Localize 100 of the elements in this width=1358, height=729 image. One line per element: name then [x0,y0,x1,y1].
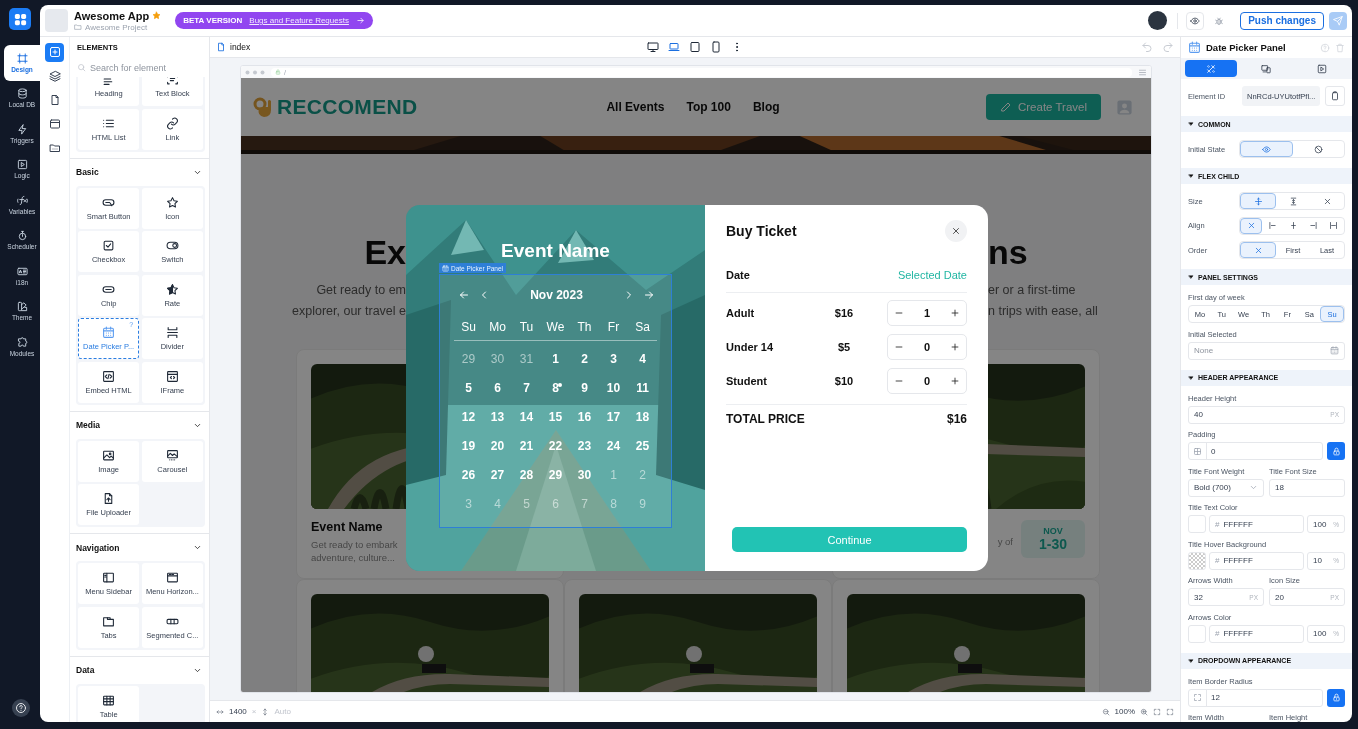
arrow-right-icon [355,16,365,25]
layers-icon[interactable] [48,70,61,82]
tabs-icon [102,614,116,628]
quantity-stepper[interactable]: 1 [887,300,967,326]
ticket-type: Adult [726,307,756,319]
fullscreen-icon[interactable] [1166,707,1174,716]
inspector-tab[interactable] [1185,60,1237,77]
calendar-icon [1330,346,1339,355]
intro-text: explorer, our travel e [292,303,406,320]
card-title: Event Name [311,520,384,534]
zoom-out-icon[interactable] [1101,707,1110,716]
caret-down-icon [1188,657,1194,664]
plus-icon[interactable] [950,342,960,352]
close-button[interactable] [945,220,967,242]
color-swatch[interactable] [1188,515,1206,533]
hug-icon [1288,196,1298,206]
play-icon [16,159,28,171]
align-center-icon [1288,221,1298,230]
database-icon [16,88,28,100]
play-icon [1317,63,1328,74]
ticket-price: $16 [833,307,855,319]
send-icon [1333,15,1343,26]
nav-link[interactable]: Blog [752,100,780,114]
star-icon [165,195,179,209]
tools-icon [1205,63,1216,74]
width-value[interactable]: 1400 [229,707,247,716]
input-field[interactable]: 0 [1188,442,1323,460]
divider-icon [165,326,179,339]
window-dots-icon [245,69,265,75]
chevron-down-icon[interactable] [193,543,202,552]
folder-icon[interactable] [48,142,61,154]
feedback-link[interactable]: Bugs and Feature Requests [249,16,349,25]
image-icon [102,448,116,462]
tablet-icon[interactable] [689,41,701,53]
window-icon[interactable] [48,118,61,130]
grid-icon [12,11,28,27]
desktop-icon[interactable] [647,41,659,53]
quantity-stepper[interactable]: 0 [887,368,967,394]
date-badge: NOV 1-30 [1021,520,1085,558]
input-field[interactable]: 12 [1188,688,1323,707]
project-name: Awesome Project [85,22,148,32]
align-start-icon [1268,221,1278,230]
input-field[interactable]: 18 [1269,478,1345,497]
plus-icon[interactable] [950,308,960,318]
lock-icon [1331,446,1341,456]
close-icon [1246,221,1256,230]
plus-icon[interactable] [950,376,960,386]
checkbox-icon [102,239,116,252]
user-avatar[interactable] [1148,11,1168,30]
bug-icon[interactable] [1214,15,1225,26]
quantity-stepper[interactable]: 0 [887,334,967,360]
push-changes-button[interactable]: Push changes [1240,11,1324,30]
folder-icon [74,23,82,31]
table-icon [102,693,116,707]
nav-link[interactable]: Top 100 [686,100,731,114]
preview-button[interactable] [1186,11,1205,30]
star-icon[interactable] [152,11,162,20]
close-icon [1322,196,1332,206]
lock-button[interactable] [1327,688,1345,707]
fit-icon[interactable] [1153,707,1161,716]
page-icon[interactable] [48,94,61,106]
laptop-icon[interactable] [668,41,680,53]
menu-icon[interactable] [1138,67,1147,77]
total-price: $16 [946,412,967,426]
app-logo[interactable] [9,8,31,30]
section-title: Basic [76,167,99,177]
stopwatch-icon [16,230,28,242]
nav-link[interactable]: All Events [606,100,665,114]
times-sign: × [251,707,257,716]
eye-icon [1262,144,1271,154]
input-field[interactable]: # FFFFFF [1209,515,1304,533]
color-swatch[interactable] [1188,624,1206,643]
close-icon [951,226,961,236]
search-field[interactable]: Search for element [90,62,202,73]
total-label: TOTAL PRICE [726,412,805,426]
copy-button[interactable] [1325,86,1345,106]
zoom-in-icon[interactable] [1140,707,1148,716]
puzzle-icon [16,336,28,348]
lock-button[interactable] [1327,442,1345,460]
zoom-level[interactable]: 100% [1114,707,1135,716]
input-field[interactable]: # FFFFFF [1209,624,1304,643]
add-icon[interactable] [48,46,61,58]
code-icon [102,369,116,383]
card-description: Get ready to embark [311,538,399,551]
app-name: Awesome App [74,9,150,22]
caret-down-icon [1188,121,1194,127]
input-field[interactable]: # FFFFFF [1209,551,1304,570]
segment-option[interactable] [1240,217,1263,234]
dialog-title: Buy Ticket [726,223,797,239]
function-icon [16,194,28,206]
color-swatch[interactable] [1188,551,1206,570]
dropdown[interactable]: Bold (700) [1188,478,1264,497]
pencil-icon [999,101,1012,113]
corners-icon [1193,693,1202,702]
text-block-icon [165,77,179,86]
carousel-icon [165,448,179,462]
eye-icon [1190,15,1201,26]
segment-option[interactable] [1240,193,1276,209]
help-button[interactable] [12,699,30,717]
phone-icon[interactable] [710,41,722,53]
